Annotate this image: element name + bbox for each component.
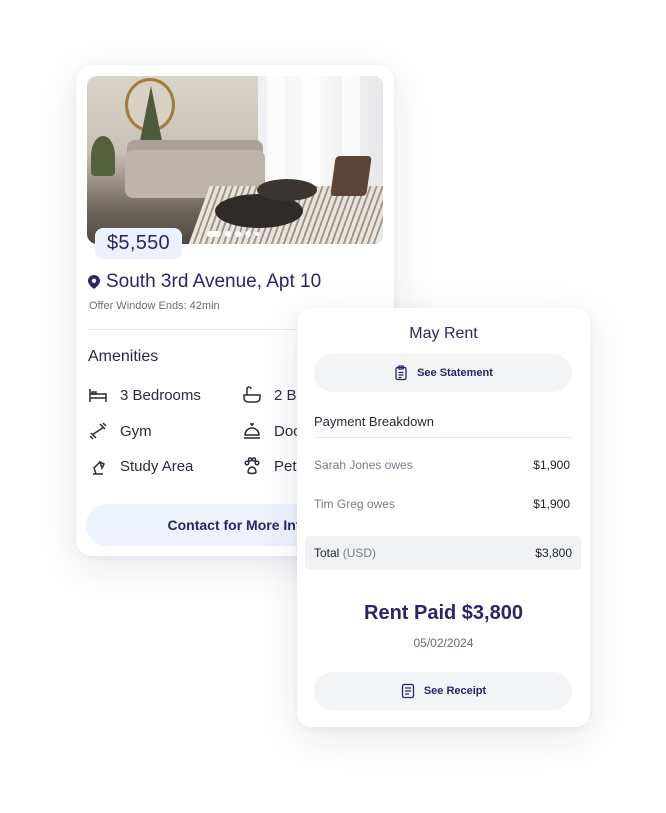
amenity-label: 3 Bedrooms (120, 386, 201, 404)
rent-card: May Rent See Statement Payment Breakdown… (297, 308, 590, 727)
payer-amount: $1,900 (533, 458, 570, 472)
amenity-pets: Pet (242, 456, 297, 476)
receipt-icon (401, 683, 414, 699)
see-receipt-button[interactable]: See Receipt (314, 672, 572, 710)
payer-name: Sarah Jones owes (314, 458, 413, 472)
carousel-dot[interactable] (225, 231, 231, 237)
carousel-dot[interactable] (207, 231, 221, 237)
see-statement-button[interactable]: See Statement (314, 354, 572, 392)
address-row: South 3rd Avenue, Apt 10 (88, 271, 321, 293)
total-label-group: Total (USD) (314, 546, 376, 560)
carousel-dot[interactable] (255, 232, 259, 236)
desk-lamp-icon (93, 460, 106, 475)
payer-name: Tim Greg owes (314, 497, 395, 511)
amenity-study-area: Study Area (88, 456, 193, 476)
amenity-bedrooms: 3 Bedrooms (88, 385, 201, 405)
clipboard-icon (395, 365, 407, 381)
listing-photo[interactable] (87, 76, 383, 244)
bed-icon (89, 389, 107, 402)
total-row: Total (USD) $3,800 (305, 536, 581, 570)
divider (314, 437, 573, 438)
concierge-bell-icon (244, 423, 260, 439)
amenity-label: Study Area (120, 457, 194, 475)
amenity-bathrooms: 2 B (242, 385, 297, 405)
paw-icon (244, 457, 260, 475)
carousel-dots[interactable] (207, 231, 259, 237)
payment-row: Sarah Jones owes $1,900 (314, 458, 570, 472)
payer-amount: $1,900 (533, 497, 570, 511)
amenity-label: Pet (274, 457, 297, 475)
price-badge: $5,550 (95, 228, 182, 259)
payment-row: Tim Greg owes $1,900 (314, 497, 570, 511)
see-receipt-label: See Receipt (423, 685, 487, 697)
rent-paid-status: Rent Paid $3,800 (364, 602, 523, 624)
total-amount: $3,800 (535, 546, 572, 560)
amenity-gym: Gym (88, 421, 152, 441)
carousel-dot[interactable] (235, 231, 241, 237)
paid-date: 05/02/2024 (413, 636, 474, 650)
rent-title: May Rent (409, 325, 478, 342)
location-pin-icon (88, 275, 100, 289)
total-currency: (USD) (342, 546, 377, 560)
payment-breakdown-heading: Payment Breakdown (314, 414, 434, 429)
amenity-doorman: Doc (242, 421, 301, 441)
amenity-label: Gym (120, 422, 152, 440)
see-statement-label: See Statement (417, 367, 493, 379)
dumbbell-icon (89, 422, 107, 440)
total-label: Total (314, 546, 340, 560)
amenity-label: 2 B (274, 386, 297, 404)
offer-window: Offer Window Ends: 42min (89, 300, 220, 312)
bathtub-icon (243, 386, 261, 403)
amenities-heading: Amenities (88, 348, 159, 365)
listing-address: South 3rd Avenue, Apt 10 (106, 271, 322, 292)
carousel-dot[interactable] (245, 231, 251, 237)
